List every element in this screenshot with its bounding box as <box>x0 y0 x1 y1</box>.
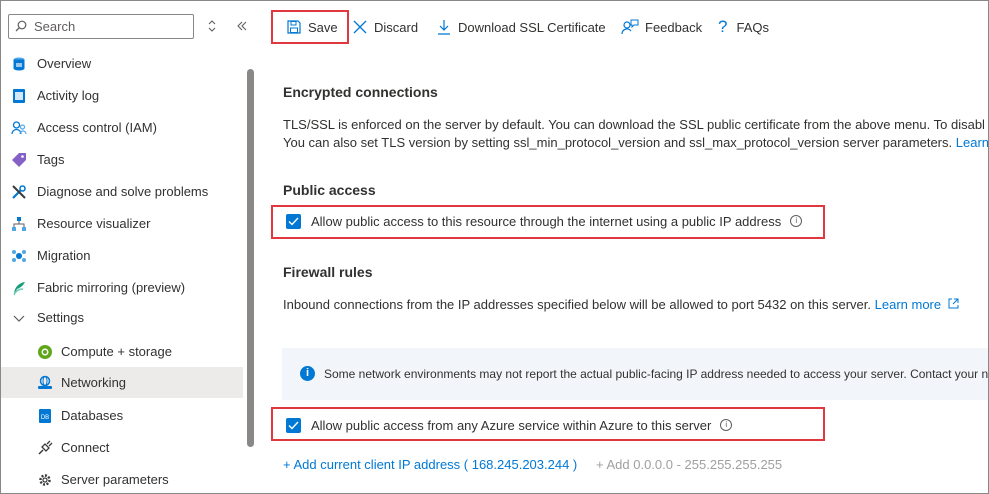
sidebar-item-iam[interactable]: Access control (IAM) <box>1 113 243 143</box>
sidebar-item-label: Networking <box>61 375 127 390</box>
public-access-heading: Public access <box>283 182 376 198</box>
sidebar-item-networking[interactable]: Networking <box>1 367 243 398</box>
sidebar-item-label: Overview <box>37 56 92 71</box>
public-access-row: Allow public access to this resource thr… <box>286 211 803 231</box>
iam-icon <box>11 121 27 135</box>
discard-button[interactable]: Discard <box>352 12 418 42</box>
sidebar-item-label: Access control (IAM) <box>37 120 157 135</box>
save-icon <box>287 20 301 34</box>
collapse-sidebar-icon[interactable] <box>232 15 252 37</box>
download-icon <box>438 20 450 35</box>
external-link-icon <box>948 298 959 309</box>
info-circle-icon: i <box>300 366 315 381</box>
save-label: Save <box>308 19 338 35</box>
discard-label: Discard <box>374 19 419 35</box>
sidebar-item-label: Diagnose and solve problems <box>37 184 209 199</box>
tag-icon <box>12 153 26 167</box>
feedback-icon <box>621 19 639 35</box>
chevron-down-icon <box>13 315 25 322</box>
networking-content: Encrypted connections TLS/SSL is enforce… <box>258 54 988 493</box>
sidebar-group-settings[interactable]: Settings <box>1 303 243 333</box>
sidebar-item-fabric-mirroring[interactable]: Fabric mirroring (preview) <box>1 273 243 303</box>
sidebar-item-label: Compute + storage <box>61 344 172 359</box>
azure-access-checkbox[interactable] <box>286 417 301 433</box>
sidebar-item-label: Migration <box>37 248 91 263</box>
database-icon: DB <box>39 409 51 423</box>
add-full-range-link[interactable]: + Add 0.0.0.0 - 255.255.255.255 <box>596 457 782 472</box>
sidebar-item-label: Databases <box>61 408 124 423</box>
migration-icon <box>12 250 26 262</box>
checkmark-icon <box>288 217 299 226</box>
public-access-label: Allow public access to this resource thr… <box>311 213 782 229</box>
sidebar-item-overview[interactable]: Overview <box>1 49 243 79</box>
compute-icon <box>38 345 52 359</box>
sidebar: Overview Activity log Access control (IA… <box>1 1 257 493</box>
sidebar-item-label: Settings <box>37 310 84 325</box>
feedback-label: Feedback <box>645 19 703 35</box>
info-icon[interactable]: i <box>790 215 803 227</box>
sidebar-item-tags[interactable]: Tags <box>1 145 243 175</box>
sidebar-item-activity-log[interactable]: Activity log <box>1 81 243 111</box>
question-icon: ? <box>718 17 728 36</box>
overview-icon <box>13 57 25 71</box>
sidebar-item-migration[interactable]: Migration <box>1 241 243 271</box>
plug-icon <box>38 440 53 455</box>
encrypted-description-line2: You can also set TLS version by setting … <box>283 135 988 150</box>
sidebar-item-server-parameters[interactable]: Server parameters <box>1 465 243 493</box>
firewall-description: Inbound connections from the IP addresse… <box>283 297 959 312</box>
expand-collapse-icon[interactable] <box>202 15 222 37</box>
save-button[interactable]: Save <box>286 12 338 42</box>
networking-icon <box>38 375 52 389</box>
banner-text: Some network environments may not report… <box>324 367 988 381</box>
search-box[interactable] <box>8 14 194 39</box>
command-bar: Save Discard Download SSL Certificate Fe… <box>258 0 987 54</box>
activity-log-icon <box>13 89 25 103</box>
public-access-checkbox[interactable] <box>286 213 301 229</box>
sidebar-item-label: Activity log <box>37 88 100 103</box>
search-input[interactable] <box>34 17 184 36</box>
azure-access-label: Allow public access from any Azure servi… <box>311 417 712 433</box>
search-icon <box>15 20 27 32</box>
info-icon[interactable]: i <box>720 419 733 431</box>
gear-icon <box>39 474 51 486</box>
learn-more-tls-link[interactable]: Learn m <box>956 135 988 150</box>
sidebar-item-databases[interactable]: DB Databases <box>1 401 243 431</box>
wrench-icon <box>12 185 26 199</box>
fabric-icon <box>13 282 25 296</box>
download-ssl-button[interactable]: Download SSL Certificate <box>436 12 606 42</box>
sidebar-item-diagnose[interactable]: Diagnose and solve problems <box>1 177 243 207</box>
hierarchy-icon <box>12 217 26 231</box>
close-icon <box>353 20 367 34</box>
encrypted-connections-heading: Encrypted connections <box>283 84 438 100</box>
checkmark-icon <box>288 421 299 430</box>
faqs-label: FAQs <box>736 19 769 35</box>
sidebar-item-compute-storage[interactable]: Compute + storage <box>1 337 243 367</box>
sidebar-item-resource-visualizer[interactable]: Resource visualizer <box>1 209 243 239</box>
firewall-rules-heading: Firewall rules <box>283 264 373 280</box>
encrypted-description-text: You can also set TLS version by setting … <box>283 135 953 150</box>
sidebar-item-label: Tags <box>37 152 65 167</box>
sidebar-item-label: Resource visualizer <box>37 216 151 231</box>
sidebar-item-connect[interactable]: Connect <box>1 433 243 463</box>
download-label: Download SSL Certificate <box>458 19 606 35</box>
add-client-ip-link[interactable]: + Add current client IP address ( 168.24… <box>283 457 577 472</box>
feedback-button[interactable]: Feedback <box>621 12 702 42</box>
faqs-button[interactable]: ? FAQs <box>718 12 769 42</box>
learn-more-firewall-link[interactable]: Learn more <box>875 297 941 312</box>
firewall-description-text: Inbound connections from the IP addresse… <box>283 297 871 312</box>
sidebar-item-label: Server parameters <box>61 472 169 487</box>
sidebar-item-label: Fabric mirroring (preview) <box>37 280 186 295</box>
sidebar-item-label: Connect <box>61 440 110 455</box>
svg-text:DB: DB <box>41 415 49 421</box>
sidebar-scrollbar[interactable] <box>247 69 254 447</box>
encrypted-description-line1: TLS/SSL is enforced on the server by def… <box>283 117 985 132</box>
azure-access-row: Allow public access from any Azure servi… <box>286 415 733 435</box>
info-banner: i Some network environments may not repo… <box>282 348 988 400</box>
